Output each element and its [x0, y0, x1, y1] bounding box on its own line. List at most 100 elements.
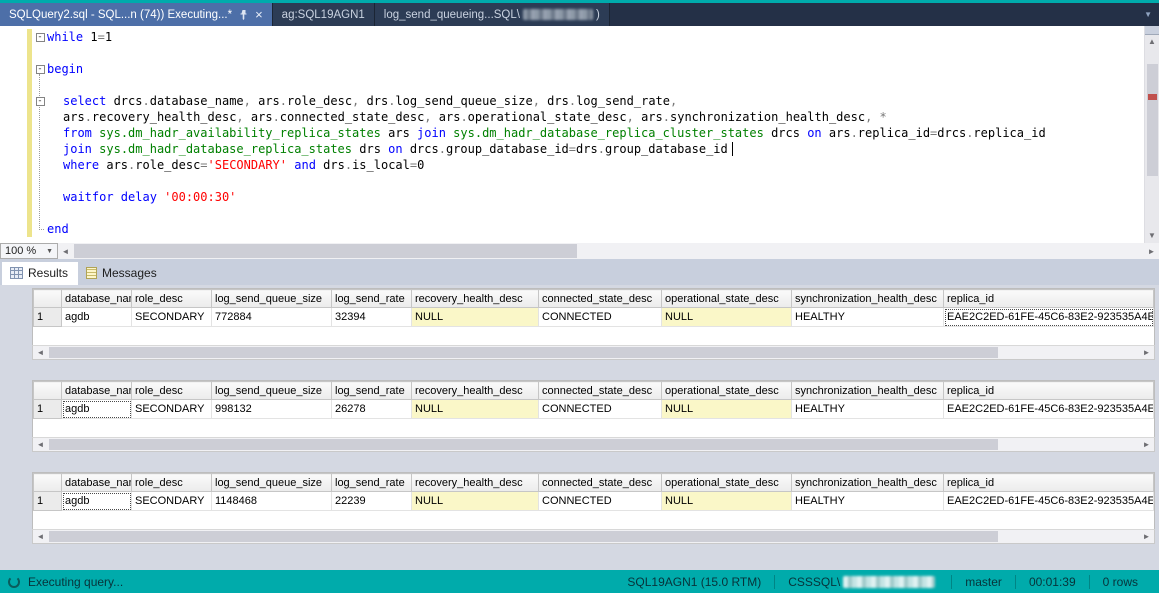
cell-connected_state_desc[interactable]: CONNECTED: [538, 399, 662, 419]
column-header-role_desc[interactable]: role_desc: [131, 381, 212, 400]
scroll-left-icon[interactable]: ◄: [33, 530, 48, 543]
column-header-replica_id[interactable]: replica_id: [943, 289, 1154, 308]
column-header-synchronization_health_desc[interactable]: synchronization_health_desc: [791, 289, 944, 308]
column-header-connected_state_desc[interactable]: connected_state_desc: [538, 473, 662, 492]
scrollbar-thumb[interactable]: [49, 531, 999, 542]
scrollbar-thumb[interactable]: [49, 439, 999, 450]
row-header[interactable]: 1: [33, 399, 62, 419]
editor-vertical-scrollbar[interactable]: ▲ ▼: [1144, 26, 1159, 243]
grid-horizontal-scrollbar[interactable]: ◄ ►: [32, 437, 1155, 452]
scroll-right-icon[interactable]: ►: [1139, 438, 1154, 451]
code-line[interactable]: [33, 173, 1143, 189]
grid-horizontal-scrollbar[interactable]: ◄ ►: [32, 529, 1155, 544]
column-header-role_desc[interactable]: role_desc: [131, 473, 212, 492]
column-header-log_send_rate[interactable]: log_send_rate: [331, 289, 412, 308]
cell-log_send_queue_size[interactable]: 772884: [211, 307, 332, 327]
grid-corner-cell[interactable]: [33, 289, 62, 308]
cell-connected_state_desc[interactable]: CONNECTED: [538, 307, 662, 327]
scroll-up-icon[interactable]: ▲: [1145, 35, 1159, 49]
tab-sqlquery2[interactable]: SQLQuery2.sql - SQL...n (74)) Executing.…: [0, 3, 273, 26]
code-line[interactable]: end: [33, 221, 1143, 237]
column-header-log_send_rate[interactable]: log_send_rate: [331, 381, 412, 400]
tab-log-send-queueing[interactable]: log_send_queueing...SQL\ ): [374, 3, 610, 26]
cell-database_name[interactable]: agdb: [61, 307, 132, 327]
fold-collapse-icon[interactable]: -: [33, 29, 47, 45]
column-header-connected_state_desc[interactable]: connected_state_desc: [538, 381, 662, 400]
scroll-right-icon[interactable]: ►: [1139, 346, 1154, 359]
scroll-left-icon[interactable]: ◄: [33, 438, 48, 451]
scrollbar-track[interactable]: [48, 346, 1139, 359]
scroll-down-icon[interactable]: ▼: [1145, 229, 1159, 243]
column-header-operational_state_desc[interactable]: operational_state_desc: [661, 381, 792, 400]
code-line[interactable]: - begin: [33, 61, 1143, 77]
code-line[interactable]: - while 1=1: [33, 29, 1143, 45]
fold-collapse-icon[interactable]: -: [33, 61, 47, 77]
scrollbar-track[interactable]: [73, 243, 1144, 259]
cell-database_name[interactable]: agdb: [61, 399, 132, 419]
column-header-recovery_health_desc[interactable]: recovery_health_desc: [411, 473, 539, 492]
scroll-right-icon[interactable]: ►: [1139, 530, 1154, 543]
column-header-replica_id[interactable]: replica_id: [943, 381, 1154, 400]
column-header-synchronization_health_desc[interactable]: synchronization_health_desc: [791, 381, 944, 400]
column-header-connected_state_desc[interactable]: connected_state_desc: [538, 289, 662, 308]
zoom-selector[interactable]: 100 % ▼: [0, 243, 58, 259]
column-header-operational_state_desc[interactable]: operational_state_desc: [661, 473, 792, 492]
cell-replica_id[interactable]: EAE2C2ED-61FE-45C6-83E2-923535A4E34: [943, 491, 1154, 511]
fold-collapse-icon[interactable]: -: [33, 93, 47, 109]
cell-operational_state_desc[interactable]: NULL: [661, 307, 792, 327]
column-header-synchronization_health_desc[interactable]: synchronization_health_desc: [791, 473, 944, 492]
splitter-handle[interactable]: [1145, 26, 1159, 35]
editor-horizontal-scrollbar[interactable]: ◄ ►: [58, 243, 1159, 259]
column-header-log_send_queue_size[interactable]: log_send_queue_size: [211, 381, 332, 400]
cell-role_desc[interactable]: SECONDARY: [131, 399, 212, 419]
column-header-role_desc[interactable]: role_desc: [131, 289, 212, 308]
column-header-log_send_rate[interactable]: log_send_rate: [331, 473, 412, 492]
cell-log_send_rate[interactable]: 22239: [331, 491, 412, 511]
grid-corner-cell[interactable]: [33, 473, 62, 492]
scroll-right-icon[interactable]: ►: [1144, 243, 1159, 259]
query-editor[interactable]: - while 1=1 - begin - select drcs.database_na…: [0, 26, 1159, 243]
tab-list-chevron-icon[interactable]: ▼: [1137, 10, 1159, 19]
code-line[interactable]: join sys.dm_hadr_database_replica_states…: [33, 141, 1143, 157]
scrollbar-thumb[interactable]: [74, 244, 578, 258]
cell-role_desc[interactable]: SECONDARY: [131, 307, 212, 327]
column-header-replica_id[interactable]: replica_id: [943, 473, 1154, 492]
cell-log_send_rate[interactable]: 26278: [331, 399, 412, 419]
column-header-log_send_queue_size[interactable]: log_send_queue_size: [211, 473, 332, 492]
column-header-database_name[interactable]: database_name: [61, 473, 132, 492]
scroll-left-icon[interactable]: ◄: [58, 243, 73, 259]
code-line[interactable]: from sys.dm_hadr_availability_replica_st…: [33, 125, 1143, 141]
cell-log_send_rate[interactable]: 32394: [331, 307, 412, 327]
code-line[interactable]: waitfor delay '00:00:30': [33, 189, 1143, 205]
cell-connected_state_desc[interactable]: CONNECTED: [538, 491, 662, 511]
cell-operational_state_desc[interactable]: NULL: [661, 491, 792, 511]
grid-corner-cell[interactable]: [33, 381, 62, 400]
cell-log_send_queue_size[interactable]: 1148468: [211, 491, 332, 511]
column-header-log_send_queue_size[interactable]: log_send_queue_size: [211, 289, 332, 308]
tab-results[interactable]: Results: [2, 262, 79, 285]
cell-synchronization_health_desc[interactable]: HEALTHY: [791, 307, 944, 327]
scrollbar-thumb[interactable]: [49, 347, 999, 358]
scrollbar-track[interactable]: [48, 438, 1139, 451]
tab-messages[interactable]: Messages: [78, 262, 167, 285]
scroll-left-icon[interactable]: ◄: [33, 346, 48, 359]
scrollbar-track[interactable]: [48, 530, 1139, 543]
code-line[interactable]: - select drcs.database_name, ars.role_des…: [33, 93, 1143, 109]
cell-replica_id[interactable]: EAE2C2ED-61FE-45C6-83E2-923535A4E34: [943, 399, 1154, 419]
code-line[interactable]: [33, 77, 1143, 93]
close-icon[interactable]: ×: [255, 8, 263, 21]
row-header[interactable]: 1: [33, 491, 62, 511]
code-line[interactable]: [33, 205, 1143, 221]
column-header-operational_state_desc[interactable]: operational_state_desc: [661, 289, 792, 308]
grid-horizontal-scrollbar[interactable]: ◄ ►: [32, 345, 1155, 360]
scrollbar-thumb[interactable]: [1147, 64, 1158, 176]
column-header-recovery_health_desc[interactable]: recovery_health_desc: [411, 289, 539, 308]
column-header-database_name[interactable]: database_name: [61, 289, 132, 308]
cell-database_name[interactable]: agdb: [61, 491, 132, 511]
pin-icon[interactable]: [240, 9, 248, 20]
column-header-database_name[interactable]: database_name: [61, 381, 132, 400]
cell-synchronization_health_desc[interactable]: HEALTHY: [791, 399, 944, 419]
cell-recovery_health_desc[interactable]: NULL: [411, 491, 539, 511]
cell-log_send_queue_size[interactable]: 998132: [211, 399, 332, 419]
cell-operational_state_desc[interactable]: NULL: [661, 399, 792, 419]
